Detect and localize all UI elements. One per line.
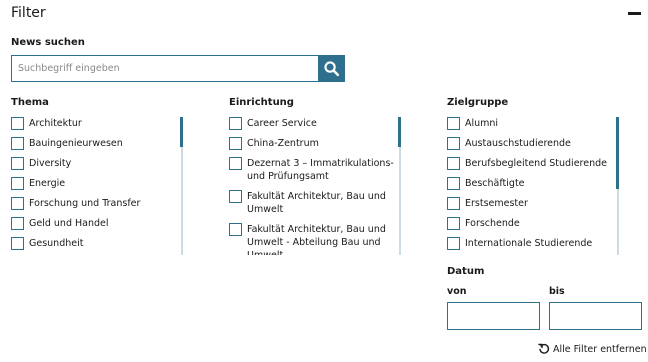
zielgruppe-option-label: Beschäftigte — [465, 178, 525, 189]
thema-option-label: Energie — [29, 178, 66, 189]
zielgruppe-option-label: Berufsbegleitend Studierende — [465, 158, 607, 169]
checkbox[interactable] — [11, 237, 24, 250]
zielgruppe-option[interactable]: Beschäftigte — [447, 177, 623, 190]
thema-option-label: Diversity — [29, 158, 72, 169]
search-bar — [11, 55, 345, 82]
zielgruppe-filter: Zielgruppe Alumni Austauschstudierende B… — [447, 97, 623, 255]
search-button[interactable] — [318, 55, 345, 82]
thema-scrollbar-thumb[interactable] — [180, 117, 183, 147]
zielgruppe-option[interactable]: Internationale Studierende — [447, 237, 623, 250]
einrichtung-option-label: Dezernat 3 – Immatrikulations- und Prüfu… — [247, 158, 394, 182]
thema-heading: Thema — [11, 97, 49, 108]
thema-option-label: Geld und Handel — [29, 218, 109, 229]
checkbox[interactable] — [447, 117, 460, 130]
checkbox[interactable] — [11, 117, 24, 130]
date-from-label: von — [447, 286, 467, 297]
thema-filter: Thema Architektur Bauingenieurwesen Dive… — [11, 97, 186, 255]
search-icon — [324, 61, 340, 77]
checkbox[interactable] — [229, 223, 242, 236]
date-to-input[interactable] — [549, 302, 642, 330]
checkbox[interactable] — [447, 237, 460, 250]
thema-list: Architektur Bauingenieurwesen Diversity … — [11, 117, 186, 255]
zielgruppe-option[interactable]: Erstsemester — [447, 197, 623, 210]
search-label: News suchen — [11, 37, 85, 48]
thema-option[interactable]: Diversity — [11, 157, 186, 170]
einrichtung-option-label: Fakultät Architektur, Bau und Umwelt - A… — [247, 224, 386, 255]
checkbox[interactable] — [11, 197, 24, 210]
checkbox[interactable] — [229, 190, 242, 203]
einrichtung-list: Career Service China-Zentrum Dezernat 3 … — [229, 117, 404, 255]
checkbox[interactable] — [229, 157, 242, 170]
einrichtung-option-label: Career Service — [247, 118, 317, 129]
zielgruppe-option[interactable]: Austauschstudierende — [447, 137, 623, 150]
zielgruppe-option-label: Forschende — [465, 218, 520, 229]
einrichtung-heading: Einrichtung — [229, 97, 294, 108]
einrichtung-option[interactable]: Career Service — [229, 117, 404, 130]
checkbox[interactable] — [447, 197, 460, 210]
thema-option[interactable]: Geld und Handel — [11, 217, 186, 230]
thema-option-label: Architektur — [29, 118, 82, 129]
date-to-label: bis — [549, 286, 565, 297]
filter-title: Filter — [11, 5, 46, 21]
collapse-minus-icon[interactable] — [628, 12, 641, 15]
einrichtung-option[interactable]: Fakultät Architektur, Bau und Umwelt - A… — [229, 223, 404, 255]
checkbox[interactable] — [229, 137, 242, 150]
zielgruppe-option-label: Internationale Studierende — [465, 238, 593, 249]
checkbox[interactable] — [229, 117, 242, 130]
checkbox[interactable] — [447, 217, 460, 230]
checkbox[interactable] — [11, 177, 24, 190]
reset-filters-label: Alle Filter entfernen — [553, 343, 647, 355]
reset-filters-button[interactable]: Alle Filter entfernen — [538, 343, 647, 355]
zielgruppe-option-label: Austauschstudierende — [465, 138, 571, 149]
search-input[interactable] — [11, 55, 318, 82]
thema-option[interactable]: Energie — [11, 177, 186, 190]
checkbox[interactable] — [447, 177, 460, 190]
einrichtung-option[interactable]: China-Zentrum — [229, 137, 404, 150]
einrichtung-filter: Einrichtung Career Service China-Zentrum… — [229, 97, 404, 255]
zielgruppe-scrollbar-thumb[interactable] — [616, 117, 619, 189]
datum-heading: Datum — [447, 266, 485, 277]
thema-option[interactable]: Gesundheit — [11, 237, 186, 250]
zielgruppe-option-label: Erstsemester — [465, 198, 528, 209]
checkbox[interactable] — [447, 157, 460, 170]
zielgruppe-option[interactable]: Alumni — [447, 117, 623, 130]
zielgruppe-heading: Zielgruppe — [447, 97, 509, 108]
einrichtung-option[interactable]: Dezernat 3 – Immatrikulations- und Prüfu… — [229, 157, 404, 183]
zielgruppe-option[interactable]: Forschende — [447, 217, 623, 230]
zielgruppe-option-label: Alumni — [465, 118, 499, 129]
checkbox[interactable] — [11, 217, 24, 230]
einrichtung-option[interactable]: Fakultät Architektur, Bau und Umwelt — [229, 190, 404, 216]
thema-option-label: Gesundheit — [29, 238, 84, 249]
einrichtung-option-label: Fakultät Architektur, Bau und Umwelt — [247, 191, 386, 215]
einrichtung-option-label: China-Zentrum — [247, 138, 319, 149]
checkbox[interactable] — [447, 137, 460, 150]
checkbox[interactable] — [11, 137, 24, 150]
thema-option[interactable]: Forschung und Transfer — [11, 197, 186, 210]
thema-option[interactable]: Bauingenieurwesen — [11, 137, 186, 150]
thema-option[interactable]: Architektur — [11, 117, 186, 130]
thema-option-label: Forschung und Transfer — [29, 198, 141, 209]
einrichtung-scrollbar-thumb[interactable] — [398, 117, 401, 147]
zielgruppe-list: Alumni Austauschstudierende Berufsbeglei… — [447, 117, 623, 255]
date-from-input[interactable] — [447, 302, 540, 330]
checkbox[interactable] — [11, 157, 24, 170]
zielgruppe-option[interactable]: Berufsbegleitend Studierende — [447, 157, 623, 170]
thema-option-label: Bauingenieurwesen — [29, 138, 123, 149]
reset-icon — [538, 343, 550, 354]
